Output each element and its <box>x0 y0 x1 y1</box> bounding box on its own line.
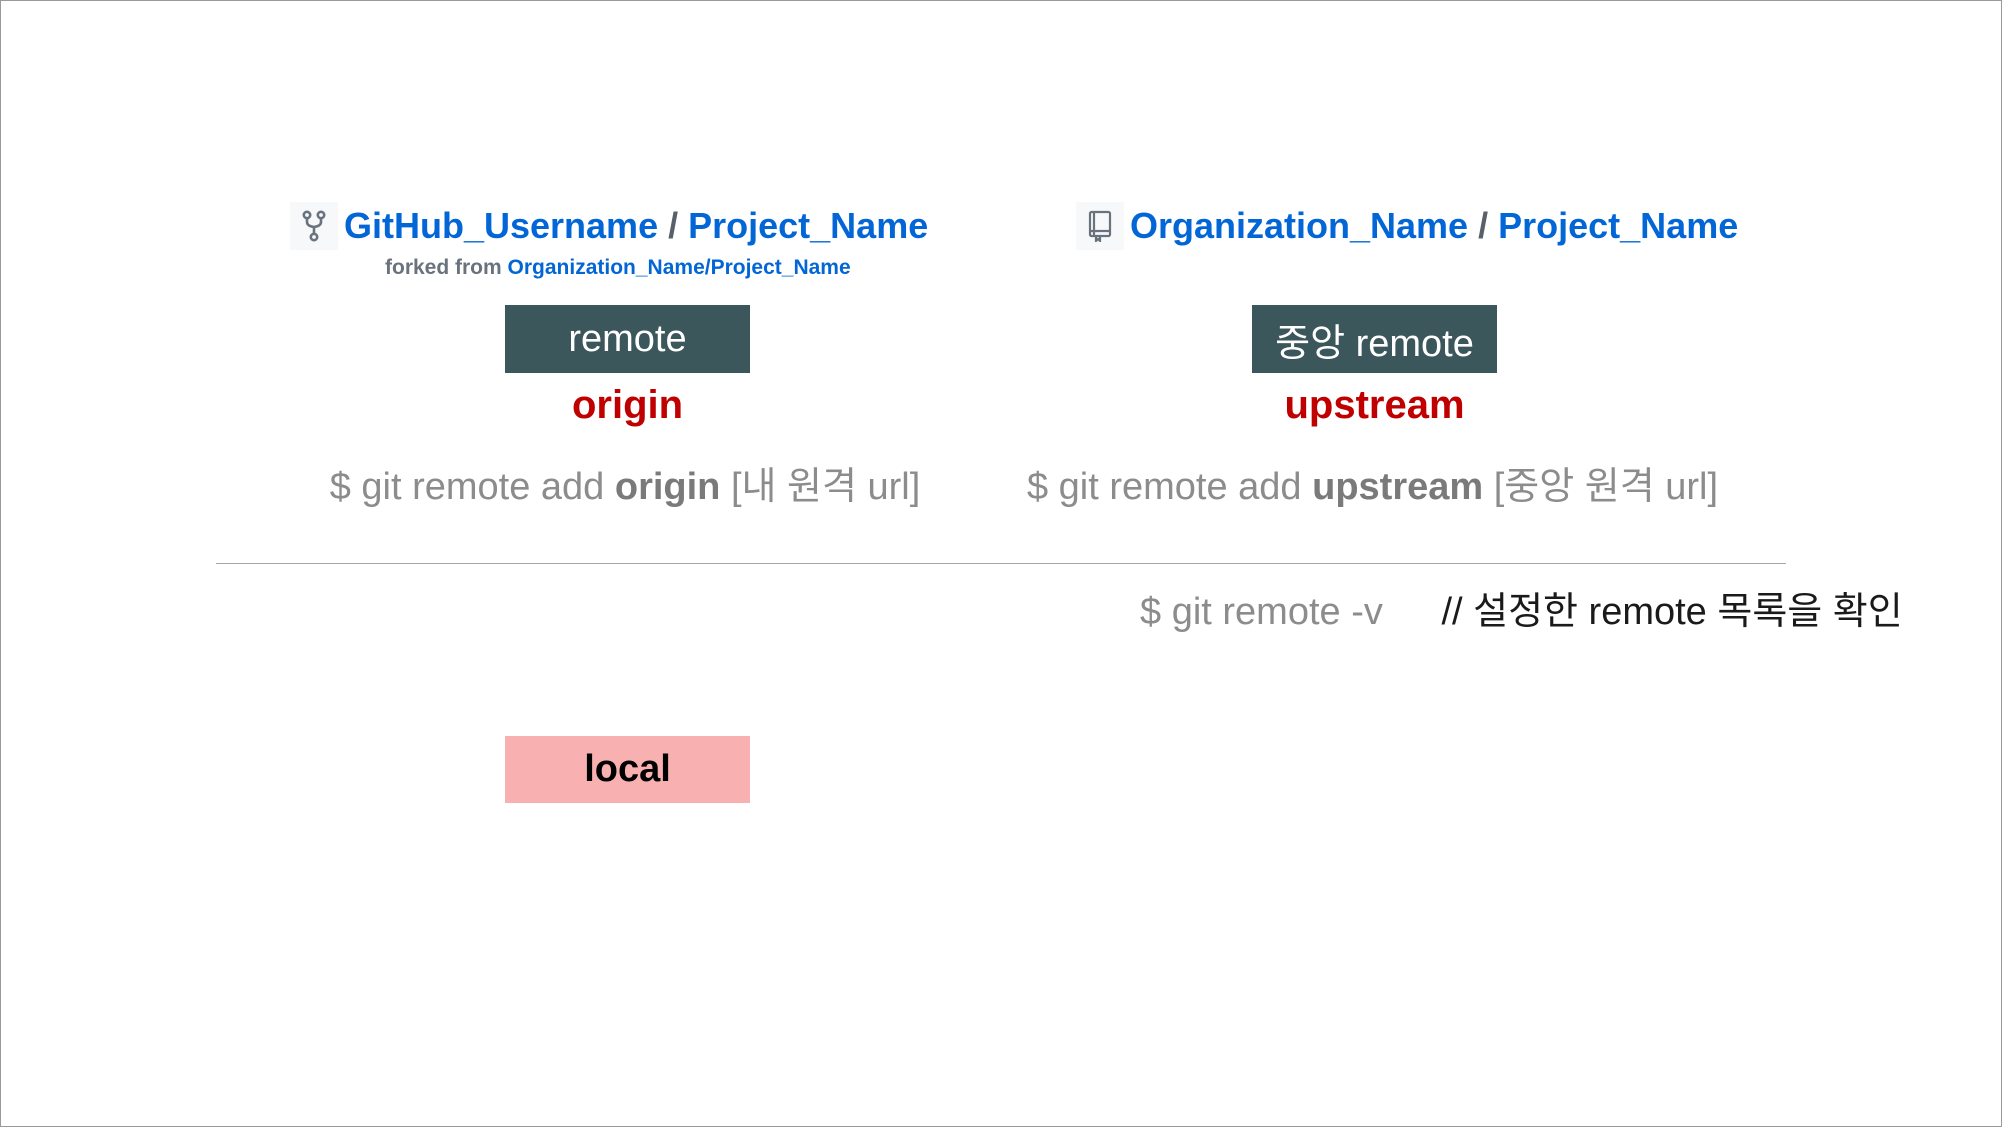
fork-repo-header: GitHub_Username / Project_Name <box>290 202 928 250</box>
repo-separator: / <box>668 205 679 246</box>
fork-repo-name-link[interactable]: Project_Name <box>688 205 928 247</box>
forked-from-line: forked from Organization_Name/Project_Na… <box>385 256 851 280</box>
local-box-label: local <box>584 748 671 790</box>
add-upstream-command-prefix: $ git remote add <box>1026 466 1302 508</box>
repo-separator: / <box>1478 205 1489 246</box>
repo-forked-icon <box>290 202 338 250</box>
upstream-remote-box: 중앙 remote <box>1252 305 1497 373</box>
forked-from-label: forked from <box>385 256 502 279</box>
section-divider <box>216 563 1786 564</box>
forked-from-link[interactable]: Organization_Name/Project_Name <box>508 256 851 279</box>
add-origin-command-prefix: $ git remote add <box>329 466 605 508</box>
verify-command-line: $ git remote -v // 설정한 remote 목록을 확인 <box>1140 580 1903 635</box>
upstream-remote-name: upstream <box>1284 383 1465 427</box>
upstream-repo-name-link[interactable]: Project_Name <box>1498 205 1738 247</box>
origin-remote-box-label: remote <box>568 317 687 360</box>
origin-remote-name: origin <box>571 383 684 427</box>
upstream-repo-header: Organization_Name / Project_Name <box>1076 202 1738 250</box>
add-upstream-command: $ git remote add upstream [중앙 원격 url] <box>1000 455 1745 510</box>
add-upstream-command-arg: upstream <box>1312 466 1484 508</box>
add-upstream-command-suffix: [중앙 원격 url] <box>1493 466 1719 508</box>
add-origin-command: $ git remote add origin [내 원격 url] <box>290 455 960 510</box>
origin-remote-box: remote <box>505 305 750 373</box>
repo-book-icon <box>1076 202 1124 250</box>
upstream-remote-box-label: 중앙 remote <box>1275 322 1474 365</box>
verify-command: $ git remote -v <box>1140 591 1383 633</box>
verify-comment: // 설정한 remote 목록을 확인 <box>1441 591 1903 633</box>
add-origin-command-suffix: [내 원격 url] <box>730 466 921 508</box>
fork-owner-link[interactable]: GitHub_Username <box>344 205 658 247</box>
upstream-owner-link[interactable]: Organization_Name <box>1130 205 1468 247</box>
add-origin-command-arg: origin <box>614 466 721 508</box>
local-box: local <box>505 736 750 803</box>
